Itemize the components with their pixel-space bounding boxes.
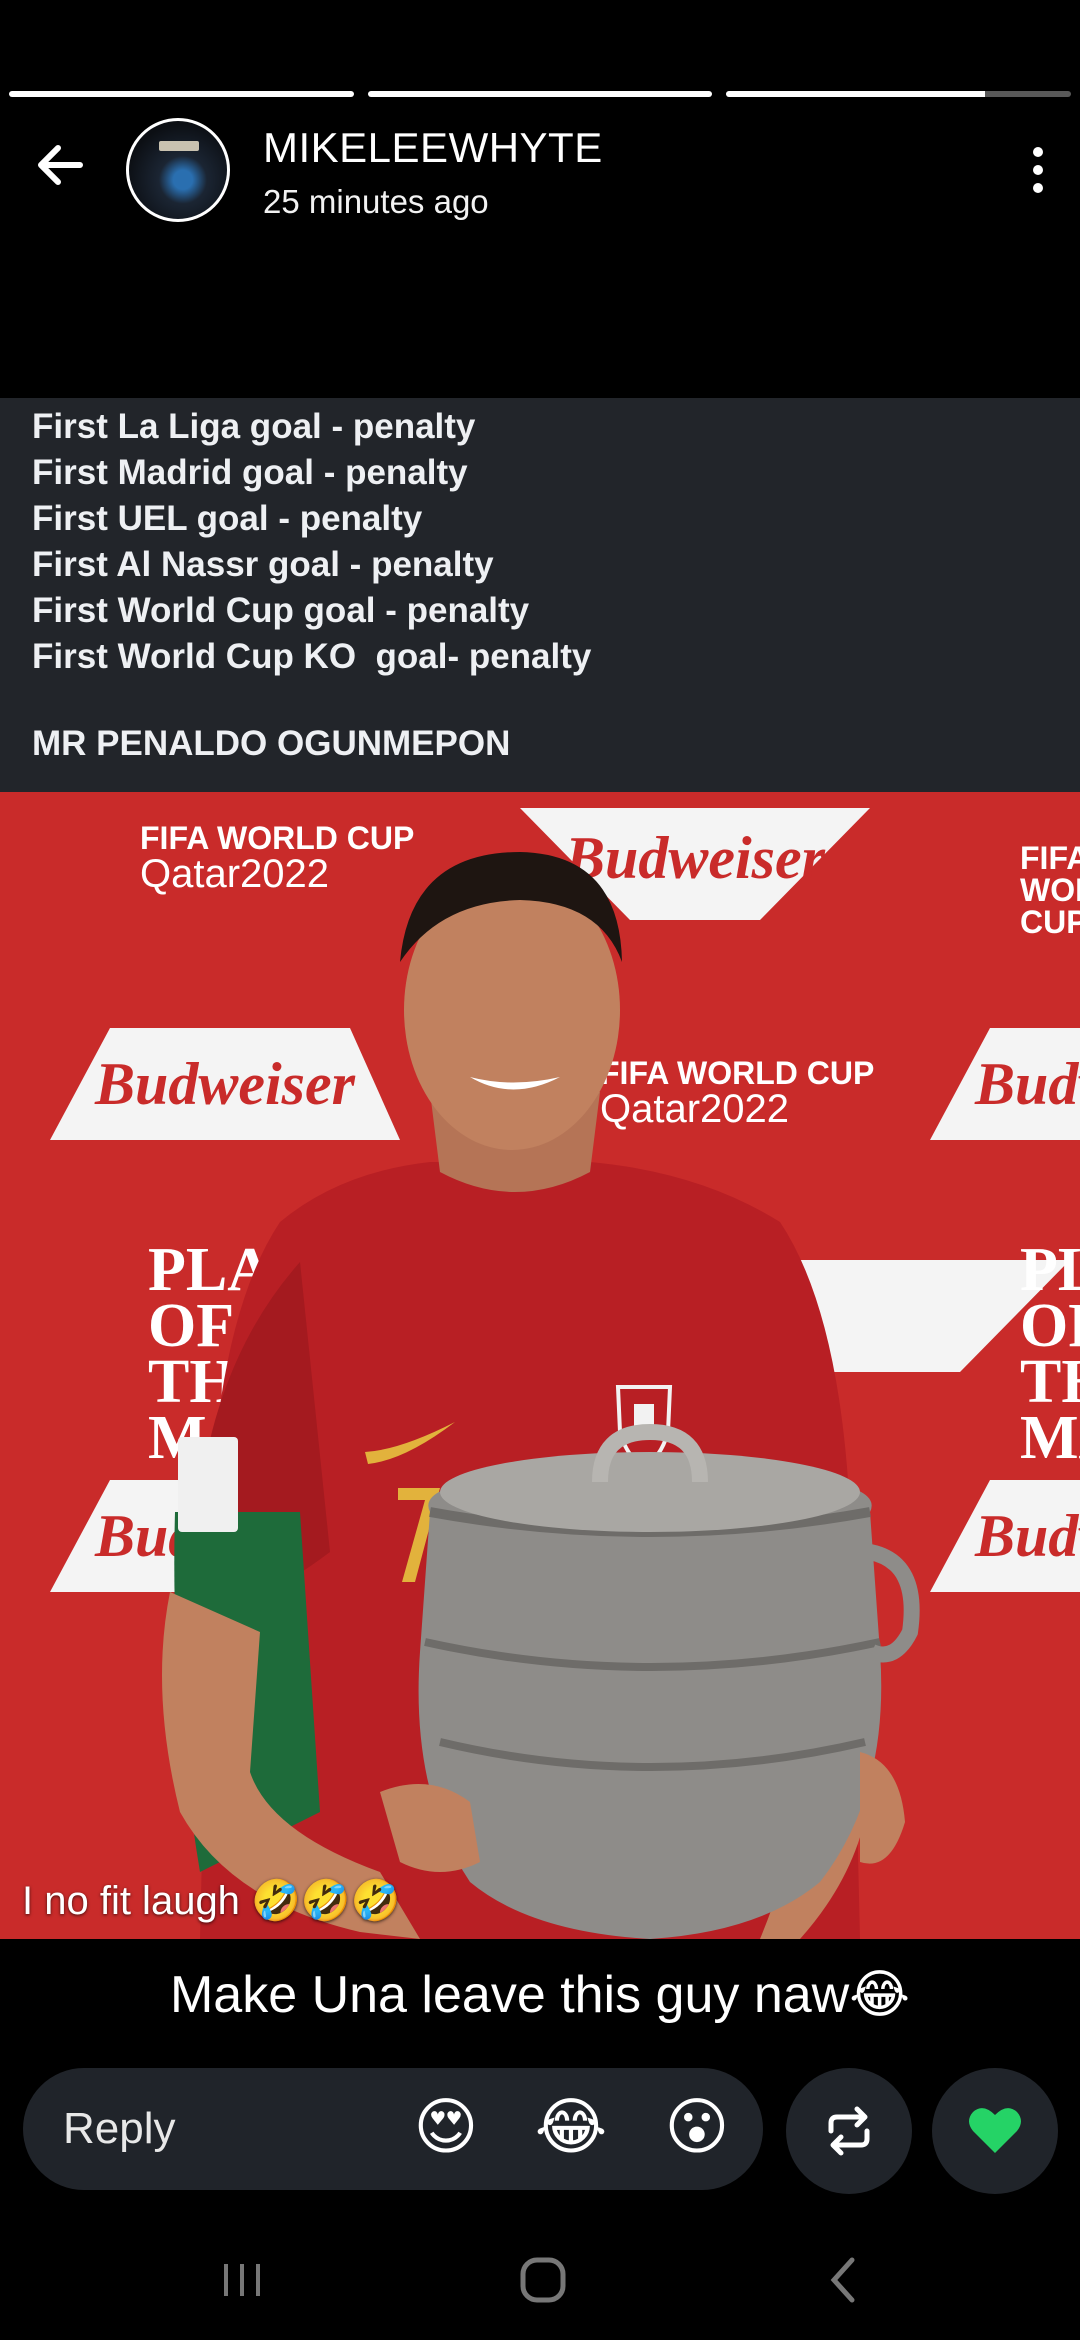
progress-segment-3 [726, 91, 1072, 97]
caption-line: First World Cup KO goal- penalty [32, 637, 592, 676]
caption-lines: First La Liga goal - penalty First Madri… [32, 404, 591, 680]
recent-apps-icon[interactable] [212, 2250, 272, 2310]
back-nav-icon[interactable] [814, 2250, 874, 2310]
caption-signature: MR PENALDO OGUNMEPON [32, 724, 511, 763]
text-caption-block: First La Liga goal - penalty First Madri… [0, 398, 1080, 792]
reply-placeholder: Reply [63, 2104, 176, 2153]
progress-segment-2 [367, 91, 713, 97]
status-media[interactable]: First La Liga goal - penalty First Madri… [0, 398, 1080, 1939]
home-icon[interactable] [513, 2250, 573, 2310]
story-progress [9, 91, 1072, 97]
player-figure [162, 852, 920, 1939]
repost-icon [828, 2106, 870, 2156]
post-time: 25 minutes ago [263, 183, 489, 220]
overlay-caption: I no fit laugh 🤣🤣🤣 [22, 1879, 401, 1923]
status-reply-text: Make Una leave this guy naw😂 [169, 1966, 910, 2024]
username[interactable]: MIKELEEWHYTE [263, 124, 603, 172]
caption-line: First Madrid goal - penalty [32, 453, 468, 492]
progress-segment-1 [9, 91, 354, 97]
player-photo: Budweiser Budweiser Budweiser Budweiser … [0, 792, 1080, 1939]
repost-button[interactable] [786, 2068, 912, 2194]
back-arrow-icon[interactable] [30, 135, 90, 195]
heart-icon [969, 2108, 1021, 2153]
surprised-reaction[interactable]: 😮 [659, 2090, 735, 2166]
avatar[interactable] [126, 118, 230, 222]
like-button[interactable] [932, 2068, 1058, 2194]
caption-line: First World Cup goal - penalty [32, 591, 530, 630]
heart-eyes-reaction[interactable]: 😍 [408, 2090, 484, 2166]
caption-line: First Al Nassr goal - penalty [32, 545, 494, 584]
more-options-icon[interactable] [1018, 142, 1058, 198]
system-navigation-bar [0, 2220, 1080, 2340]
caption-line: First UEL goal - penalty [32, 499, 423, 538]
tears-of-joy-reaction[interactable]: 😂 [533, 2090, 609, 2166]
reply-input[interactable]: Reply 😍 😂 😮 [23, 2068, 763, 2190]
caption-line: First La Liga goal - penalty [32, 407, 476, 446]
